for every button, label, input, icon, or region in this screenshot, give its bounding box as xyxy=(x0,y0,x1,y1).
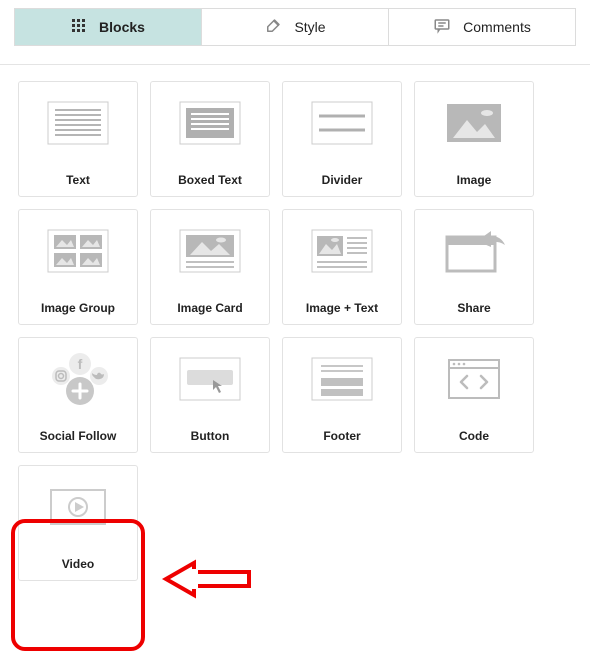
image-text-icon xyxy=(283,210,401,293)
block-code[interactable]: Code xyxy=(414,337,534,453)
social-follow-icon: f xyxy=(19,338,137,421)
comment-icon xyxy=(433,17,451,38)
block-boxed-text[interactable]: Boxed Text xyxy=(150,81,270,197)
image-icon xyxy=(415,82,533,165)
tab-comments[interactable]: Comments xyxy=(389,9,575,45)
block-image-group[interactable]: Image Group xyxy=(18,209,138,325)
block-image-label: Image xyxy=(457,165,492,196)
block-share[interactable]: Share xyxy=(414,209,534,325)
block-button[interactable]: Button xyxy=(150,337,270,453)
block-image-text-label: Image + Text xyxy=(306,293,378,324)
tab-style-label: Style xyxy=(294,19,325,35)
brush-icon xyxy=(264,17,282,38)
block-social-follow-label: Social Follow xyxy=(40,421,117,452)
text-icon xyxy=(19,82,137,165)
block-button-label: Button xyxy=(191,421,230,452)
tab-style[interactable]: Style xyxy=(202,9,389,45)
button-icon xyxy=(151,338,269,421)
svg-text:f: f xyxy=(78,356,83,372)
tab-bar: Blocks Style Comments xyxy=(14,8,576,46)
code-icon xyxy=(415,338,533,421)
block-footer[interactable]: Footer xyxy=(282,337,402,453)
divider-icon xyxy=(283,82,401,165)
image-card-icon xyxy=(151,210,269,293)
block-image[interactable]: Image xyxy=(414,81,534,197)
block-video[interactable]: Video xyxy=(18,465,138,581)
blocks-grid: Text Boxed Text Divider xyxy=(0,81,590,581)
block-text[interactable]: Text xyxy=(18,81,138,197)
block-footer-label: Footer xyxy=(323,421,360,452)
tab-comments-label: Comments xyxy=(463,19,531,35)
block-image-card[interactable]: Image Card xyxy=(150,209,270,325)
block-boxed-text-label: Boxed Text xyxy=(178,165,242,196)
block-divider[interactable]: Divider xyxy=(282,81,402,197)
block-share-label: Share xyxy=(457,293,490,324)
video-icon xyxy=(19,466,137,549)
block-text-label: Text xyxy=(66,165,90,196)
block-social-follow[interactable]: f Social Follow xyxy=(18,337,138,453)
separator xyxy=(0,64,590,65)
block-video-label: Video xyxy=(62,549,94,580)
tab-blocks[interactable]: Blocks xyxy=(15,9,202,45)
footer-icon xyxy=(283,338,401,421)
block-code-label: Code xyxy=(459,421,489,452)
image-group-icon xyxy=(19,210,137,293)
block-image-card-label: Image Card xyxy=(177,293,242,324)
tab-blocks-label: Blocks xyxy=(99,19,145,35)
block-image-group-label: Image Group xyxy=(41,293,115,324)
grid-icon xyxy=(71,18,87,37)
block-divider-label: Divider xyxy=(322,165,363,196)
boxed-text-icon xyxy=(151,82,269,165)
share-icon xyxy=(415,210,533,293)
block-image-text[interactable]: Image + Text xyxy=(282,209,402,325)
